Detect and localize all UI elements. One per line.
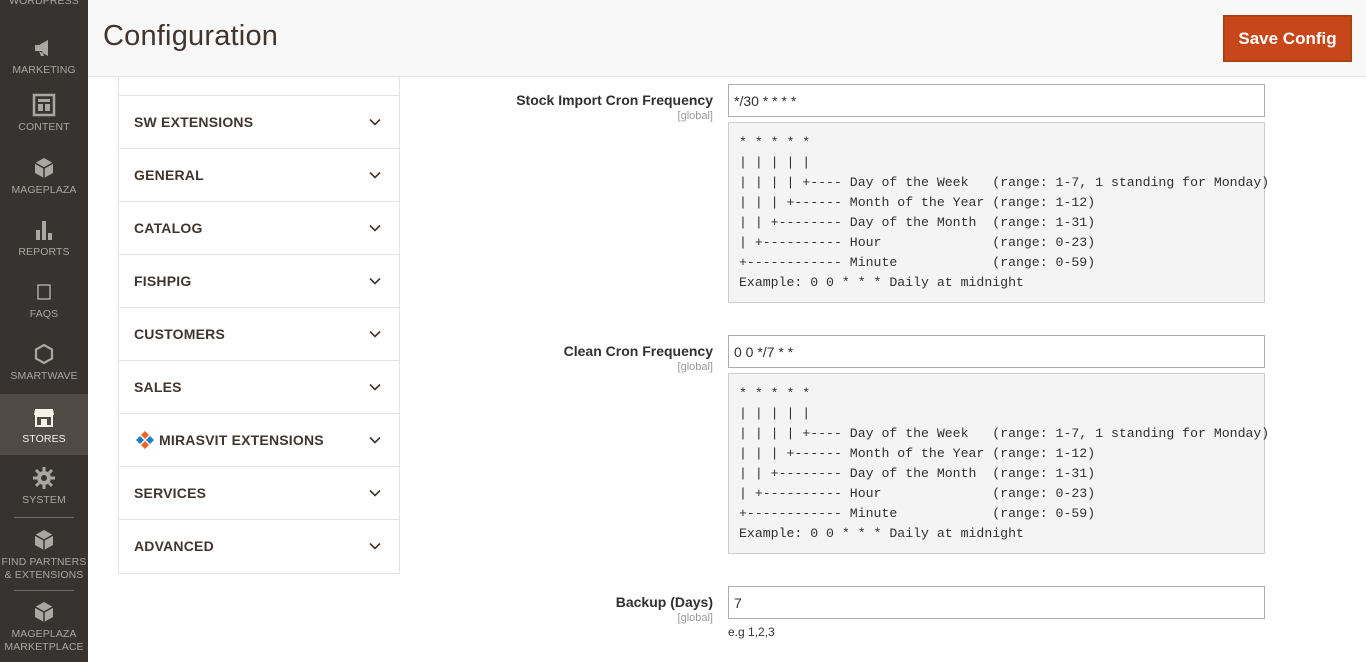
page-title: Configuration xyxy=(103,20,279,52)
tab-label: FISHPIG xyxy=(134,273,192,289)
menu-item-stores[interactable]: STORES xyxy=(0,394,88,455)
chevron-down-icon xyxy=(369,330,381,338)
menu-item-find-partners[interactable]: FIND PARTNERS & EXTENSIONS xyxy=(0,528,88,582)
tab-label: ADVANCED xyxy=(134,538,214,554)
tab-label: SERVICES xyxy=(134,485,207,501)
menu-item-label: WORDPRESS xyxy=(9,0,79,7)
menu-item-label: MAGEPLAZA xyxy=(11,184,77,196)
tab-sales[interactable]: SALES xyxy=(119,361,399,414)
clean-cron-scope: [global] xyxy=(677,361,713,373)
admin-menu: WORDPRESS MARKETING CONTENT MAGEPLAZA RE… xyxy=(0,0,88,662)
tab-sw-extensions[interactable]: SW EXTENSIONS xyxy=(119,96,399,149)
chevron-down-icon xyxy=(369,224,381,232)
cron-format-help: * * * * * | | | | | | | | | +---- Day of… xyxy=(739,135,1270,290)
chevron-down-icon xyxy=(369,489,381,497)
chevron-down-icon xyxy=(369,383,381,391)
stock-cron-label: Stock Import Cron Frequency xyxy=(516,92,713,108)
chevron-down-icon xyxy=(369,118,381,126)
chevron-down-icon xyxy=(369,542,381,550)
tab-label: GENERAL xyxy=(134,167,204,183)
tab-fishpig[interactable]: FISHPIG xyxy=(119,255,399,308)
menu-divider xyxy=(14,590,74,591)
cron-format-help: * * * * * | | | | | | | | | +---- Day of… xyxy=(739,386,1270,541)
menu-item-label-line2: & EXTENSIONS xyxy=(4,569,84,581)
hexagon-icon xyxy=(32,342,56,366)
tab-top-stub xyxy=(119,77,399,96)
tab-label: CATALOG xyxy=(134,220,203,236)
backup-days-hint: e.g 1,2,3 xyxy=(728,625,775,639)
stock-cron-input[interactable] xyxy=(728,84,1265,117)
stock-cron-scope: [global] xyxy=(677,110,713,122)
backup-days-input[interactable] xyxy=(728,586,1265,619)
menu-item-label: STORES xyxy=(22,433,66,445)
menu-item-wordpress[interactable]: WORDPRESS xyxy=(0,0,88,8)
config-tabs: SW EXTENSIONS GENERAL CATALOG FISHPIG CU… xyxy=(118,77,400,574)
menu-item-system[interactable]: SYSTEM xyxy=(0,466,88,507)
megaphone-icon xyxy=(32,36,56,60)
tab-label: SW EXTENSIONS xyxy=(134,114,254,130)
page-header: Configuration Save Config xyxy=(88,0,1366,77)
menu-item-label: SMARTWAVE xyxy=(10,370,78,382)
clean-cron-label: Clean Cron Frequency xyxy=(563,343,713,359)
tab-label: CUSTOMERS xyxy=(134,326,225,342)
menu-item-label-line1: FIND PARTNERS xyxy=(1,556,87,568)
menu-item-faqs[interactable]: FAQS xyxy=(0,280,88,321)
menu-item-label: FAQS xyxy=(29,308,59,320)
backup-days-label: Backup (Days) xyxy=(615,594,713,610)
menu-item-label-line1: MAGEPLAZA xyxy=(11,628,77,640)
tab-services[interactable]: SERVICES xyxy=(119,467,399,520)
tab-catalog[interactable]: CATALOG xyxy=(119,202,399,255)
chevron-down-icon xyxy=(369,277,381,285)
gear-icon xyxy=(32,466,56,490)
mageplaza-box-icon xyxy=(32,156,56,180)
menu-item-marketing[interactable]: MARKETING xyxy=(0,36,88,77)
tab-label: SALES xyxy=(134,379,182,395)
stock-cron-note: * * * * * | | | | | | | | | +---- Day of… xyxy=(728,122,1270,303)
chevron-down-icon xyxy=(369,436,381,444)
menu-item-mageplaza-marketplace[interactable]: MAGEPLAZA MARKETPLACE xyxy=(0,600,88,654)
clean-cron-input[interactable] xyxy=(728,335,1265,368)
chevron-down-icon xyxy=(369,171,381,179)
marketplace-box-icon xyxy=(32,600,56,624)
storefront-icon xyxy=(32,405,56,429)
menu-item-smartwave[interactable]: SMARTWAVE xyxy=(0,342,88,383)
clean-cron-note: * * * * * | | | | | | | | | +---- Day of… xyxy=(728,373,1270,554)
menu-item-label: REPORTS xyxy=(18,246,70,258)
tab-label: MIRASVIT EXTENSIONS xyxy=(159,432,324,448)
menu-item-label-line2: MARKETPLACE xyxy=(4,641,84,653)
menu-divider xyxy=(14,517,74,518)
menu-item-label: MARKETING xyxy=(12,64,76,76)
mirasvit-logo-icon xyxy=(136,431,154,449)
menu-item-content[interactable]: CONTENT xyxy=(0,93,88,134)
menu-item-mageplaza[interactable]: MAGEPLAZA xyxy=(0,156,88,197)
tab-advanced[interactable]: ADVANCED xyxy=(119,520,399,573)
tab-customers[interactable]: CUSTOMERS xyxy=(119,308,399,361)
partners-box-icon xyxy=(32,528,56,552)
content-layout-icon xyxy=(32,93,56,117)
menu-item-reports[interactable]: REPORTS xyxy=(0,218,88,259)
save-config-button[interactable]: Save Config xyxy=(1223,15,1352,62)
faq-square-icon xyxy=(32,280,56,304)
tab-general[interactable]: GENERAL xyxy=(119,149,399,202)
bar-chart-icon xyxy=(32,218,56,242)
tab-mirasvit-extensions[interactable]: MIRASVIT EXTENSIONS xyxy=(119,414,399,467)
backup-days-scope: [global] xyxy=(677,612,713,624)
menu-item-label: SYSTEM xyxy=(22,494,66,506)
menu-item-label: CONTENT xyxy=(18,121,70,133)
